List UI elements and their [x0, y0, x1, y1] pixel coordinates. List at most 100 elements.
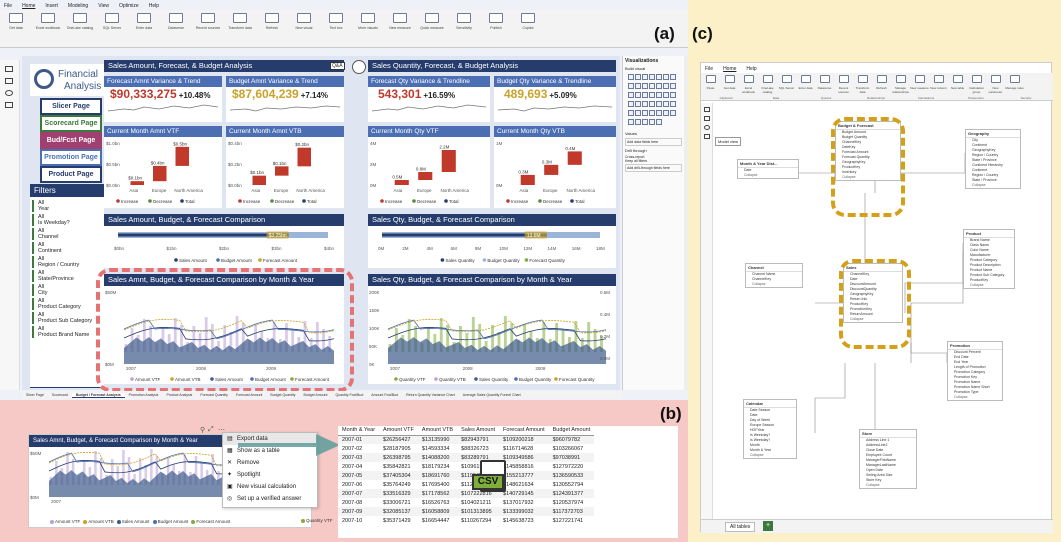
page-tab[interactable]: Return Quantity Variance Chart [402, 393, 459, 397]
context-menu-item[interactable]: ✦ Spotlight [223, 469, 317, 481]
model-table-channel[interactable]: Channel Channel Name ChannelKey Collapse [745, 263, 803, 288]
ribbon-button[interactable]: Enter data [796, 74, 815, 90]
qty-month-chart[interactable]: 200K 150K 100K 50K 0K 2007 2008 2009 Quantity VT… [368, 286, 616, 384]
visual-type-icon[interactable] [655, 91, 662, 98]
ribbon-button[interactable]: SQL Server [777, 74, 796, 90]
visual-type-icon[interactable] [655, 100, 662, 107]
visual-type-icon[interactable] [634, 73, 641, 80]
model-table-promotion[interactable]: Promotion Discount Percent End Date End Yea… [947, 341, 1003, 401]
visual-type-icon[interactable] [669, 82, 676, 89]
filter-product-category[interactable]: All Product Category [32, 298, 102, 310]
visual-type-icon[interactable] [655, 109, 662, 116]
visual-type-icon[interactable] [627, 100, 634, 107]
ribbon-button[interactable]: Recent sources [834, 74, 853, 94]
menu-item-insert[interactable]: Insert [45, 3, 58, 9]
ribbon-button[interactable]: New measure [910, 74, 929, 90]
info-icon[interactable] [352, 60, 366, 74]
collapse-toggle[interactable]: Collapse [964, 283, 1014, 288]
visual-type-icon[interactable] [627, 109, 634, 116]
visual-type-icon[interactable] [627, 118, 634, 125]
page-tab[interactable]: Product Analysis [162, 393, 196, 397]
model-table-calendar[interactable]: Calendar Date Season Date Day of Week Europe… [743, 399, 797, 459]
ribbon-button[interactable]: Paste [701, 74, 720, 90]
page-tab[interactable]: Budget / Forecast Analysis [71, 393, 125, 398]
visual-type-icon[interactable] [655, 82, 662, 89]
visual-type-icon[interactable] [655, 73, 662, 80]
forecast-amnt-kpi[interactable]: Forecast Amnt Variance & Trend $90,333,2… [104, 76, 222, 122]
menu-item-file[interactable]: File [705, 66, 713, 72]
visual-type-icon[interactable] [641, 73, 648, 80]
page-tab[interactable]: Amount Fcst/Bud [367, 393, 402, 397]
page-tab[interactable]: Promotion Analysis [125, 393, 163, 397]
visual-type-icon[interactable] [662, 109, 669, 116]
ribbon-button[interactable]: Get data [720, 74, 739, 90]
collapse-toggle[interactable]: Collapse [948, 395, 1002, 400]
ribbon-button[interactable]: Dataverse [160, 12, 192, 30]
visual-type-icon[interactable] [634, 82, 641, 89]
visual-type-icon[interactable] [648, 118, 655, 125]
ribbon-button[interactable]: Transform data [853, 74, 872, 94]
budget-amnt-kpi[interactable]: Budget Amnt Variance & Trend $87,604,239… [226, 76, 344, 122]
model-view-icon[interactable] [5, 90, 13, 96]
collapse-toggle[interactable]: Collapse [746, 282, 802, 287]
forecast-qty-kpi[interactable]: Forecast Qty Variance & Trendline 543,30… [368, 76, 490, 122]
ribbon-button[interactable]: Quick measure [416, 12, 448, 30]
all-tables-tab[interactable]: All tables [725, 522, 756, 532]
context-menu-item[interactable]: ✕ Remove [223, 457, 317, 469]
ribbon-button[interactable]: SQL Server [96, 12, 128, 30]
visual-type-icon[interactable] [641, 118, 648, 125]
model-table-month-year-dist-[interactable]: Month & Year Dist... Date Collapse [737, 159, 799, 179]
page-tab[interactable]: Forecast Quantity [196, 393, 232, 397]
visual-type-icon[interactable] [648, 82, 655, 89]
ribbon-button[interactable]: New visual [288, 12, 320, 30]
visual-type-icon[interactable] [669, 109, 676, 116]
ribbon-button[interactable]: More visuals [352, 12, 384, 30]
qty-vtb-chart[interactable]: Current Month Qty VTB 1M 0M 0.3M Asia 0.3M Eu… [494, 126, 616, 208]
ribbon-button[interactable]: Refresh [256, 12, 288, 30]
amnt-vtb-chart[interactable]: Current Month Amnt VTB $0.4bn $0.2bn $0.0b… [226, 126, 344, 208]
menu-item-help[interactable]: Help [746, 66, 756, 72]
visual-type-icon[interactable] [669, 100, 676, 107]
ribbon-button[interactable]: Enter data [128, 12, 160, 30]
drill-dropzone[interactable]: Add drill-through fields here [625, 164, 682, 172]
report-view-icon[interactable] [704, 107, 710, 112]
ribbon-button[interactable]: New table [948, 74, 967, 90]
ribbon-button[interactable]: Dataverse [815, 74, 834, 90]
visual-type-icon[interactable] [662, 82, 669, 89]
page-tab[interactable]: Budget Amount [300, 393, 332, 397]
page-tab[interactable]: Budget Quantity [266, 393, 299, 397]
visual-type-icon[interactable] [627, 73, 634, 80]
ribbon-button[interactable]: Publish [480, 12, 512, 30]
filter-product-sub-category[interactable]: All Product Sub Category [32, 312, 102, 324]
visual-type-icon[interactable] [648, 100, 655, 107]
visual-type-icon[interactable] [662, 91, 669, 98]
ribbon-button[interactable]: Recent sources [192, 12, 224, 30]
page-button-slicer-page[interactable]: Slicer Page [40, 98, 102, 115]
collapse-toggle[interactable]: Collapse [744, 453, 796, 458]
budget-qty-kpi[interactable]: Budget Qty Variance & Trendline 489,693 … [494, 76, 616, 122]
page-tab[interactable]: Scorecard [48, 393, 72, 397]
visual-type-icon[interactable] [648, 73, 655, 80]
filter-continent[interactable]: All Continent [32, 242, 102, 254]
ribbon-button[interactable]: New column [929, 74, 948, 90]
visual-type-icon[interactable] [641, 91, 648, 98]
ribbon-button[interactable]: Manage roles [1005, 74, 1024, 90]
page-button-scorecard-page[interactable]: Scorecard Page [40, 115, 102, 132]
visual-type-icon[interactable] [641, 100, 648, 107]
ribbon-button[interactable]: Excel workbook [739, 74, 758, 94]
visual-type-icon[interactable] [648, 91, 655, 98]
page-tab[interactable]: Quantity Fcst/Bud [331, 393, 367, 397]
menu-item-home[interactable]: Home [723, 66, 736, 72]
visual-type-icon[interactable] [648, 109, 655, 116]
model-table-geography[interactable]: Geography City Continent GeographyKey Region… [965, 129, 1021, 189]
focus-icon[interactable]: ⤢ [208, 426, 214, 434]
collapse-toggle[interactable]: Collapse [738, 173, 798, 178]
values-dropzone[interactable]: Add data fields here [625, 138, 682, 146]
ribbon-button[interactable]: Transform data [224, 12, 256, 30]
menu-item-modeling[interactable]: Modeling [68, 3, 88, 9]
visual-type-icon[interactable] [641, 109, 648, 116]
visual-type-icon[interactable] [634, 100, 641, 107]
ribbon-button[interactable]: New measure [384, 12, 416, 30]
visual-type-icon[interactable] [627, 82, 634, 89]
ribbon-button[interactable]: Get data [0, 12, 32, 30]
